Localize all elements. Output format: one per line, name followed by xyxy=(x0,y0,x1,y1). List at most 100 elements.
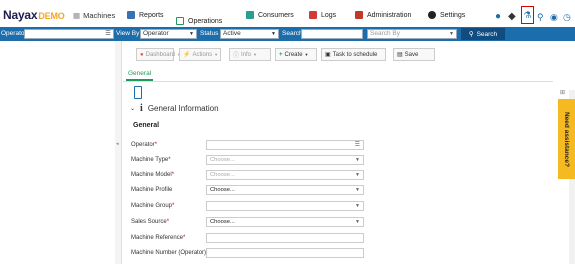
subsection-title: General xyxy=(133,122,160,129)
tab-settings-label: Settings xyxy=(440,11,466,19)
chevron-down-icon: ▼ xyxy=(214,52,219,57)
need-assistance-label: Need assistance? xyxy=(563,111,570,167)
machine-model-select[interactable]: Choose... ▼ xyxy=(206,170,364,180)
tab-settings[interactable]: Settings xyxy=(428,11,465,19)
field-label-machine-number: Machine Number (Operator) xyxy=(131,250,206,260)
chevron-down-icon: ▼ xyxy=(253,52,257,57)
field-label-sales-source: Sales Source* xyxy=(131,219,169,229)
field-label-operator: Operator* xyxy=(131,142,157,152)
task-to-schedule-button[interactable]: ▣ Task to schedule xyxy=(321,48,386,61)
filter-bar: Operator ☰ View By Operator ▼ Status Acti… xyxy=(0,27,575,41)
required-marker: * xyxy=(183,235,186,241)
chevron-down-icon: ▼ xyxy=(189,31,194,37)
field-value: Choose... xyxy=(210,187,235,193)
clock-icon[interactable]: ◷ xyxy=(563,12,573,22)
chevron-down-icon: ▼ xyxy=(449,31,454,37)
administration-icon xyxy=(355,11,363,19)
tab-logs[interactable]: Logs xyxy=(309,11,336,19)
calendar-icon: ▣ xyxy=(325,52,331,58)
field-label-machine-type: Machine Type* xyxy=(131,157,171,167)
expand-icon[interactable]: ⊞ xyxy=(560,89,565,96)
required-marker: * xyxy=(166,219,170,225)
user-icon[interactable]: ● xyxy=(495,11,505,22)
field-value: Choose... xyxy=(210,219,235,225)
mobile-icon xyxy=(134,86,142,99)
operator-filter-input[interactable]: ☰ xyxy=(24,29,114,39)
tab-administration[interactable]: Administration xyxy=(355,11,411,19)
operations-icon xyxy=(176,17,184,25)
search-by-select[interactable]: Search By ▼ xyxy=(367,29,457,39)
label-text: Sales Source xyxy=(131,219,167,225)
detail-tabs: General xyxy=(123,69,553,82)
label-text: Machine Number (Operator) xyxy=(131,250,207,256)
search-icon[interactable]: ⚲ xyxy=(537,12,547,22)
operator-field[interactable]: ☰ xyxy=(206,140,364,150)
top-icons: ● ◆ ⚗ ⚲ ◉ ◷ xyxy=(495,6,573,24)
save-button[interactable]: ▤ Save xyxy=(393,48,435,61)
toolbar: ●Dashboard▼ ⚡Actions▼ ⓘInfo▼ +Create▼ ▣T… xyxy=(121,48,541,62)
search-button[interactable]: ⚲ Search xyxy=(461,28,505,40)
left-tree-pane xyxy=(0,41,116,264)
nav-machines[interactable]: ▦ Machines xyxy=(73,11,115,20)
required-marker: * xyxy=(171,172,175,178)
dashboard-label: Dashboard xyxy=(145,51,175,58)
section-header[interactable]: ⌄ i General Information xyxy=(130,103,219,114)
settings-icon xyxy=(428,11,436,19)
label-text: Machine Group xyxy=(131,203,173,209)
reports-icon xyxy=(127,11,135,19)
graduation-cap-icon[interactable]: ◆ xyxy=(508,11,518,22)
info-button[interactable]: ⓘ Info ▼ xyxy=(229,48,271,61)
create-button[interactable]: + Create ▼ xyxy=(275,48,317,61)
nav-machines-label: Machines xyxy=(83,11,116,20)
chevron-down-icon: ▼ xyxy=(355,157,360,163)
tab-reports[interactable]: Reports xyxy=(127,11,164,19)
field-label-machine-profile: Machine Profile xyxy=(131,187,172,197)
chevron-down-icon: ▼ xyxy=(355,219,360,225)
view-by-label: View By xyxy=(116,30,140,37)
chevron-down-icon: ▼ xyxy=(271,31,276,37)
tab-operations-label: Operations xyxy=(188,17,223,25)
field-value: Choose... xyxy=(210,172,235,178)
machines-icon: ▦ xyxy=(73,11,81,20)
required-marker: * xyxy=(154,142,158,148)
dashboard-icon: ● xyxy=(140,51,144,58)
tab-consumers[interactable]: Consumers xyxy=(246,11,294,19)
dashboard-button[interactable]: ●Dashboard▼ xyxy=(136,48,181,61)
chevron-down-icon: ⌄ xyxy=(130,106,136,112)
lab-flask-icon[interactable]: ⚗ xyxy=(521,6,534,24)
machine-number-input[interactable] xyxy=(206,248,364,258)
tab-administration-label: Administration xyxy=(367,11,412,19)
label-text: Operator xyxy=(131,142,155,148)
field-value: Choose... xyxy=(210,157,235,163)
label-text: Machine Profile xyxy=(131,187,173,193)
need-assistance-tab[interactable]: Need assistance? xyxy=(558,99,575,179)
tab-logs-label: Logs xyxy=(321,11,337,19)
list-icon: ☰ xyxy=(354,142,360,148)
actions-button[interactable]: ⚡ Actions ▼ xyxy=(179,48,221,61)
form-content: ⌄ i General Information General Operator… xyxy=(121,82,558,264)
machine-profile-select[interactable]: Choose... ▼ xyxy=(206,185,364,195)
machine-type-select[interactable]: Choose... ▼ xyxy=(206,155,364,165)
actions-label: Actions xyxy=(192,51,213,58)
nayax-logo[interactable]: NayaxDEMO xyxy=(3,8,65,22)
field-label-machine-group: Machine Group* xyxy=(131,203,174,213)
label-text: Machine Reference xyxy=(131,235,184,241)
tab-general[interactable]: General xyxy=(126,70,154,81)
search-icon: ⚲ xyxy=(468,31,474,38)
status-select[interactable]: Active ▼ xyxy=(220,29,279,39)
operator-filter-label: Operator xyxy=(1,30,27,37)
brand-name: Nayax xyxy=(3,8,38,22)
status-value: Active xyxy=(223,30,241,37)
demo-badge: DEMO xyxy=(38,11,65,21)
machine-reference-input[interactable] xyxy=(206,233,364,243)
search-input[interactable] xyxy=(301,29,363,39)
info-icon: i xyxy=(140,103,143,114)
view-by-select[interactable]: Operator ▼ xyxy=(140,29,197,39)
section-title: General Information xyxy=(147,104,219,113)
machine-group-select[interactable]: ▼ xyxy=(206,201,364,211)
info-label: Info xyxy=(241,51,252,58)
globe-icon[interactable]: ◉ xyxy=(550,12,560,22)
search-by-placeholder: Search By xyxy=(370,30,400,37)
sales-source-select[interactable]: Choose... ▼ xyxy=(206,217,364,227)
tab-reports-label: Reports xyxy=(139,11,164,19)
